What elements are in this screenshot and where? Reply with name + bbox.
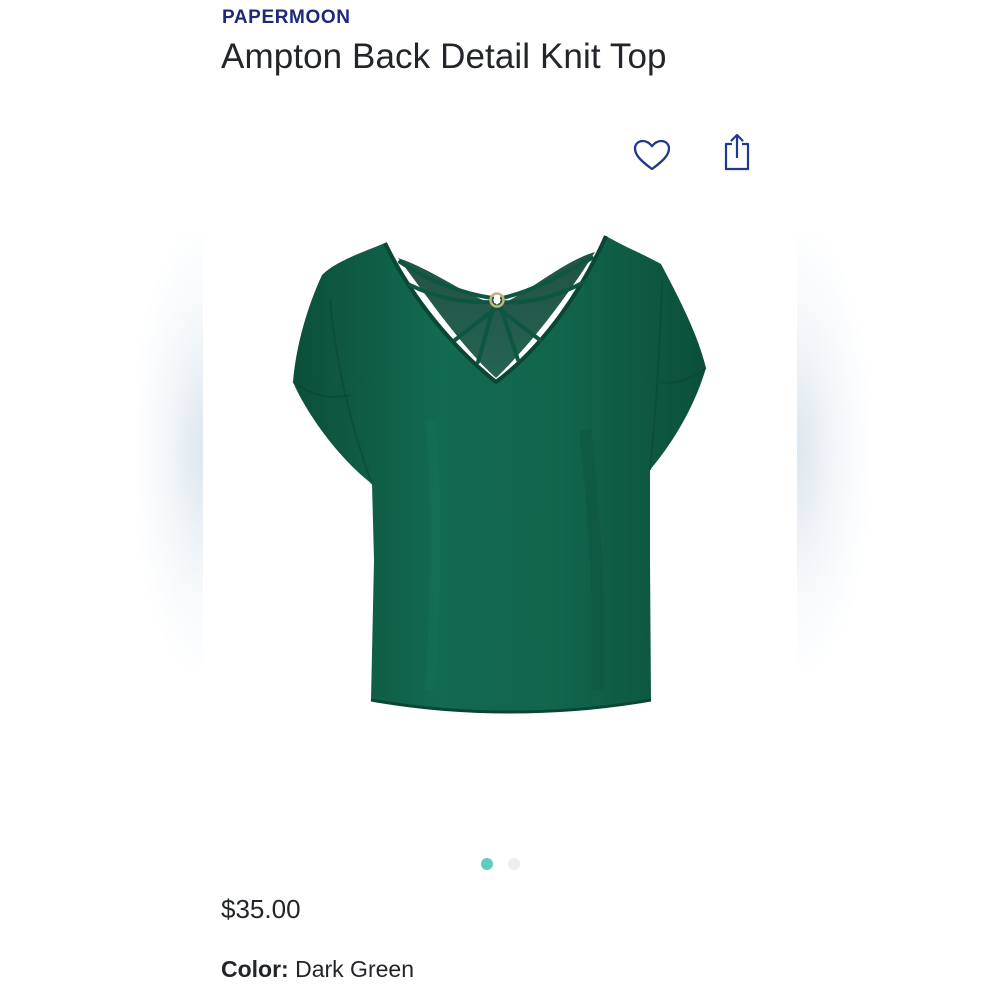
- product-image[interactable]: [203, 230, 797, 840]
- pagination-dot[interactable]: [507, 858, 520, 870]
- product-price: $35.00: [221, 894, 301, 924]
- product-image-carousel[interactable]: [0, 200, 1000, 840]
- color-value: Dark Green: [295, 956, 414, 982]
- brand-name[interactable]: PAPERMOON: [222, 7, 351, 29]
- product-page: PAPERMOON Ampton Back Detail Knit Top $3…: [0, 0, 1000, 1000]
- share-icon: [724, 133, 750, 171]
- carousel-pagination: [0, 858, 1000, 870]
- pagination-dot-active[interactable]: [480, 858, 493, 870]
- heart-outline-icon: [633, 139, 671, 171]
- next-slide-peek: [795, 230, 870, 670]
- green-knit-top-image: [292, 235, 707, 714]
- previous-slide-peek: [135, 230, 205, 670]
- favorite-button[interactable]: [630, 133, 674, 177]
- share-button[interactable]: [715, 130, 759, 174]
- color-label: Color:: [221, 956, 296, 982]
- color-info: Color: Dark Green: [221, 956, 414, 983]
- product-title: Ampton Back Detail Knit Top: [221, 37, 667, 76]
